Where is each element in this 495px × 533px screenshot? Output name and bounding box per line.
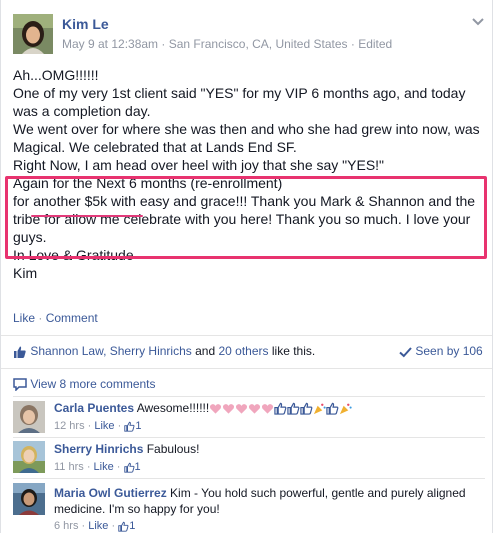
comment: Sherry Hinrichs Fabulous! [54,442,199,456]
meta-separator: · [161,37,166,51]
likes-suffix: like this. [271,344,316,358]
commenter-avatar[interactable] [13,401,45,433]
divider [1,335,492,336]
post-timestamp[interactable]: May 9 at 12:38am [62,37,158,51]
seen-by[interactable]: Seen by 106 [399,344,483,358]
comment-link[interactable]: Comment [46,311,98,325]
divider [13,478,485,479]
commenter-name[interactable]: Carla Puentes [54,401,134,415]
comment-time[interactable]: 6 hrs [54,520,78,532]
thumbs-up-icon [124,421,135,432]
seen-by-label: Seen by 106 [415,344,483,358]
thumbs-up-icon [274,403,287,416]
comment: Maria Owl Gutierrez Kim - You hold such … [54,486,466,500]
comment-meta: 12 hrs · Like · 1 [54,420,142,432]
post-location[interactable]: San Francisco, CA, United States [169,37,348,51]
party-popper-icon [314,403,326,415]
check-icon [399,347,412,358]
author-name[interactable]: Kim Le [62,16,109,32]
post-line: One of my very 1st client said "YES" for… [13,85,466,119]
thumbs-up-icon [123,462,134,473]
post-line: Kim [13,265,38,281]
comment-like-count[interactable]: 1 [129,520,135,532]
likers-others[interactable]: 20 others [218,344,268,358]
heart-icon [262,404,274,414]
comment-time[interactable]: 11 hrs [54,461,84,473]
highlight-annotation-box [5,176,487,259]
divider [1,368,492,369]
like-link[interactable]: Like [13,311,35,325]
comment-text: Awesome!!!!!! [136,401,210,415]
commenter-name[interactable]: Sherry Hinrichs [54,442,143,456]
comment-meta: 6 hrs · Like · 1 [54,520,136,532]
party-popper-icon [340,403,352,415]
post-meta: May 9 at 12:38am · San Francisco, CA, Un… [62,37,392,51]
comment-like-count[interactable]: 1 [135,420,141,432]
thumbs-up-icon [300,403,313,416]
likes-and: and [195,344,216,358]
view-more-comments[interactable]: View 8 more comments [13,377,156,392]
comment-meta: 11 hrs · Like · 1 [54,461,141,473]
heart-icon [210,404,222,414]
facebook-post: Kim Le May 9 at 12:38am · San Francisco,… [0,0,493,533]
chevron-down-icon[interactable] [470,14,486,30]
thumbs-up-icon [326,403,339,416]
heart-icon [236,404,248,414]
view-more-label: View 8 more comments [30,377,156,391]
divider [13,396,485,397]
post-line: Ah...OMG!!!!!! [13,67,99,83]
post-line: Right Now, I am head over heel with joy … [13,157,385,173]
comment-like-link[interactable]: Like [88,520,108,532]
action-separator: · [38,311,43,325]
post-actions: Like · Comment [13,311,98,325]
underline-annotation [31,215,143,217]
comment-text: Kim - You hold such powerful, gentle and… [170,486,466,500]
likes-summary: Shannon Law, Sherry Hinrichs and 20 othe… [13,344,315,359]
heart-icon [249,404,261,414]
comment-like-link[interactable]: Like [94,420,114,432]
comment: Carla Puentes Awesome!!!!!! [54,401,352,416]
commenter-avatar[interactable] [13,483,45,515]
thumbs-up-icon [118,521,129,532]
comment-text: Fabulous! [146,442,200,456]
divider [13,437,485,438]
comment-text-continued: medicine. I'm so happy for you! [54,502,220,516]
commenter-name[interactable]: Maria Owl Gutierrez [54,486,167,500]
author-avatar[interactable] [13,14,53,54]
heart-icon [223,404,235,414]
likers-names[interactable]: Shannon Law, Sherry Hinrichs [30,344,191,358]
commenter-avatar[interactable] [13,441,45,473]
comment-like-count[interactable]: 1 [135,461,141,473]
edited-label[interactable]: Edited [358,37,392,51]
thumbs-up-icon [287,403,300,416]
meta-separator: · [350,37,355,51]
thumbs-up-icon [14,346,26,358]
emoji-row [209,401,352,416]
comment-like-link[interactable]: Like [94,461,114,473]
post-line: We went over for where she was then and … [13,121,480,155]
comment-bubble-icon [13,378,27,392]
comment-time[interactable]: 12 hrs [54,420,85,432]
